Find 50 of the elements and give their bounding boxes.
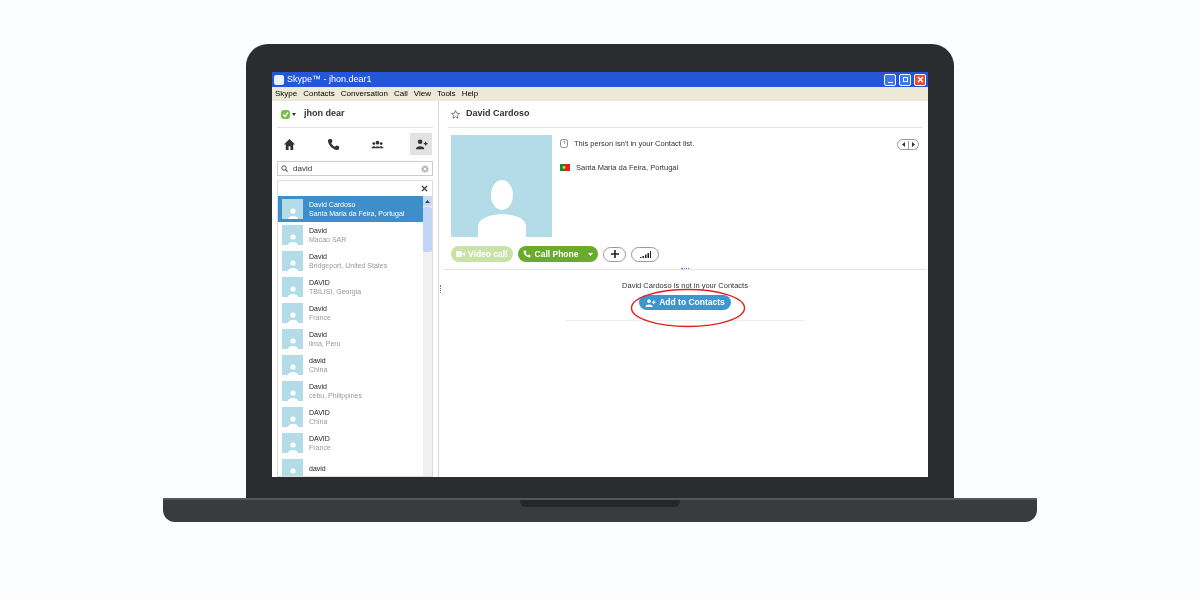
avatar-icon xyxy=(282,250,303,271)
phone-icon xyxy=(522,250,531,258)
star-icon[interactable] xyxy=(451,109,460,119)
menu-item[interactable]: Help xyxy=(461,90,479,98)
avatar-icon xyxy=(282,406,303,427)
search-field[interactable]: david xyxy=(277,161,433,176)
nav-tab[interactable] xyxy=(410,133,432,155)
add-person-icon xyxy=(414,137,428,151)
person-icon xyxy=(476,179,527,237)
camera-icon xyxy=(456,251,465,257)
avatar-icon xyxy=(282,276,303,297)
menu-item[interactable]: Call xyxy=(393,90,408,98)
close-button[interactable] xyxy=(914,73,926,86)
avatar-icon xyxy=(282,380,303,401)
plus-icon xyxy=(610,250,619,258)
phone-icon xyxy=(326,137,340,151)
profile-name: jhon dear xyxy=(304,107,345,121)
menu-item[interactable]: Tools xyxy=(436,90,456,98)
avatar-icon xyxy=(282,302,303,323)
signal-icon xyxy=(639,250,651,258)
flag-icon xyxy=(560,164,570,172)
close-icon[interactable] xyxy=(421,185,428,192)
menu-item[interactable]: Skype xyxy=(275,90,298,98)
minimize-button[interactable] xyxy=(884,73,896,86)
status-icon[interactable] xyxy=(281,109,297,119)
menu-item[interactable]: View xyxy=(413,90,431,98)
avatar-icon xyxy=(282,354,303,375)
scroll-up-icon[interactable] xyxy=(423,196,432,206)
question-icon xyxy=(560,139,568,149)
avatar-icon xyxy=(282,328,303,349)
add-button[interactable] xyxy=(603,246,627,262)
scroll-thumb[interactable] xyxy=(423,207,432,252)
splitter-handle[interactable] xyxy=(440,285,441,293)
call-quality-button[interactable] xyxy=(631,246,660,262)
contact-name: David Cardoso xyxy=(466,107,530,121)
search-icon xyxy=(281,165,288,172)
next-icon[interactable] xyxy=(911,142,915,147)
avatar-icon xyxy=(282,198,303,219)
add-person-icon xyxy=(645,298,657,307)
menu-item[interactable]: Contacts xyxy=(303,90,335,98)
window-title: Skype™ - jhon.dear1 xyxy=(287,75,372,84)
caret-icon xyxy=(588,252,594,256)
home-icon xyxy=(282,137,296,151)
previous-icon[interactable] xyxy=(901,142,905,147)
avatar-icon xyxy=(282,224,303,245)
resize-handle[interactable] xyxy=(681,268,689,269)
menu-item[interactable]: Conversation xyxy=(340,90,388,98)
restore-button[interactable] xyxy=(899,73,911,86)
avatar-icon xyxy=(282,432,303,453)
scrollbar[interactable] xyxy=(423,196,432,476)
